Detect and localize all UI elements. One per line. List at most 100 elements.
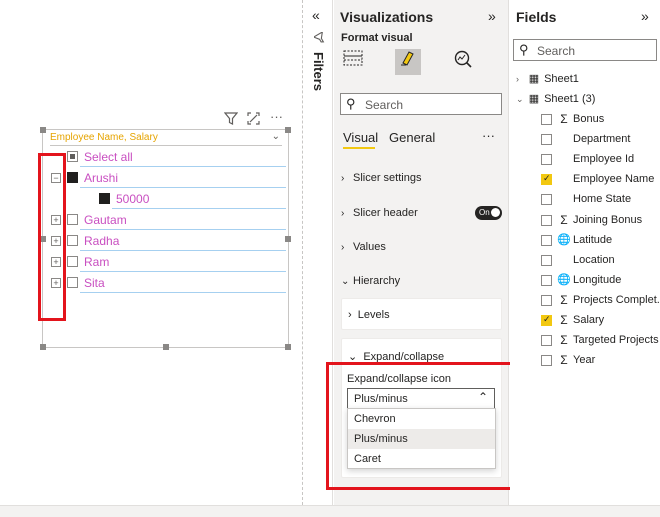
slicer-row-radha[interactable]: + Radha [50, 231, 286, 251]
checkbox[interactable] [541, 234, 552, 246]
table-sheet1[interactable]: › ▦ Sheet1 [516, 72, 579, 85]
checkbox[interactable] [541, 335, 552, 347]
chevron-down-icon[interactable]: ⌄ [272, 131, 280, 142]
search-placeholder: Search [537, 44, 576, 58]
viz-search-input[interactable]: ⚲ Search [340, 93, 502, 115]
field-label: Latitude [573, 233, 613, 246]
resize-handle[interactable] [40, 127, 46, 133]
slicer-row-label: Radha [84, 234, 120, 248]
table-icon: ▦ [528, 73, 540, 85]
chevron-right-icon: › [341, 208, 345, 219]
slicer-row-label: Select all [84, 150, 133, 164]
chevron-right-icon: › [516, 74, 519, 84]
slicer-row-sita[interactable]: + Sita [50, 273, 286, 293]
build-visual-icon[interactable] [340, 49, 366, 75]
checkbox[interactable] [99, 193, 110, 204]
chevron-double-right-icon[interactable]: » [488, 8, 496, 24]
toggle-knob [491, 208, 500, 217]
highlight-box [326, 362, 518, 490]
analytics-icon[interactable] [450, 49, 476, 75]
field-label: Employee Name [573, 173, 655, 186]
field-label: Location [573, 253, 615, 266]
checkbox[interactable] [541, 214, 552, 226]
field-label: Joining Bonus [573, 213, 643, 226]
resize-handle[interactable] [285, 127, 291, 133]
slicer-row-label: Gautam [84, 213, 127, 227]
focus-mode-icon[interactable] [247, 112, 260, 128]
checkbox[interactable] [541, 114, 552, 125]
levels-card[interactable]: › Levels [341, 298, 502, 330]
sigma-icon: Σ [560, 112, 568, 126]
resize-handle[interactable] [40, 344, 46, 350]
section-slicer-settings[interactable]: › Slicer settings [341, 172, 421, 184]
search-placeholder: Search [365, 98, 404, 112]
field-label: Home State [573, 193, 632, 206]
field-label: Employee Id [573, 153, 635, 166]
section-slicer-header[interactable]: › Slicer header [341, 207, 418, 219]
filters-label[interactable]: Filters [311, 52, 326, 91]
slicer-row-ram[interactable]: + Ram [50, 252, 286, 272]
resize-handle[interactable] [285, 344, 291, 350]
search-icon: ⚲ [519, 42, 529, 57]
section-label: Values [353, 241, 386, 253]
format-visual-label: Format visual [341, 32, 413, 44]
slicer-row-select-all[interactable]: Select all [50, 147, 286, 167]
checkbox[interactable] [67, 172, 78, 183]
table-icon: ▦ [528, 93, 540, 105]
slicer-row-arushi[interactable]: − Arushi [50, 168, 286, 188]
more-options-icon[interactable]: ··· [482, 128, 495, 143]
field-label: Longitude [573, 273, 622, 286]
checkbox[interactable] [541, 294, 552, 306]
sigma-icon: Σ [560, 313, 568, 327]
sigma-icon: Σ [560, 292, 568, 307]
slicer-row-50000[interactable]: 50000 [82, 189, 286, 209]
slicer-row-label: Arushi [84, 171, 119, 185]
chevron-double-left-icon[interactable]: « [312, 7, 320, 23]
chevron-double-right-icon[interactable]: » [641, 8, 649, 24]
slicer-row-label: Ram [84, 255, 110, 269]
chevron-down-icon: ⌄ [341, 276, 350, 287]
section-hierarchy[interactable]: ⌄ Hierarchy [341, 275, 400, 287]
checkbox[interactable] [541, 173, 552, 186]
checkbox[interactable] [541, 314, 552, 326]
fields-search-input[interactable]: ⚲ Search [513, 39, 657, 61]
checkbox[interactable] [67, 214, 78, 225]
chevron-right-icon: › [341, 242, 345, 253]
search-icon: ⚲ [346, 96, 356, 111]
section-label: Slicer header [353, 207, 418, 219]
chevron-right-icon: › [341, 173, 345, 184]
tab-visual[interactable]: Visual [343, 130, 378, 145]
field-label: Salary [573, 314, 605, 326]
slicer-header[interactable]: Employee Name, Salary ⌄ [50, 131, 282, 146]
checkbox[interactable] [67, 151, 78, 162]
checkbox[interactable] [67, 256, 78, 267]
checkbox[interactable] [541, 274, 552, 286]
chevron-down-icon: ⌄ [516, 94, 524, 104]
checkbox[interactable] [67, 235, 78, 246]
highlight-box [38, 153, 66, 321]
resize-handle[interactable] [163, 344, 169, 350]
sigma-icon: Σ [560, 333, 568, 348]
table-sheet1-3[interactable]: ⌄ ▦ Sheet1 (3) [516, 92, 595, 105]
checkbox[interactable] [541, 194, 552, 206]
sigma-icon: Σ [560, 212, 568, 227]
table-name: Sheet1 [544, 73, 579, 85]
field-label: Projects Complet... [573, 293, 660, 306]
funnel-icon [312, 30, 326, 47]
checkbox[interactable] [541, 254, 552, 266]
active-tab-indicator [343, 147, 375, 149]
checkbox[interactable] [67, 277, 78, 288]
filter-icon[interactable] [223, 112, 239, 128]
section-values[interactable]: › Values [341, 241, 386, 253]
slicer-row-label: 50000 [116, 192, 150, 206]
slicer-row-gautam[interactable]: + Gautam [50, 210, 286, 230]
format-visual-icon[interactable] [395, 49, 421, 75]
section-label: Levels [357, 309, 390, 321]
more-options-icon[interactable]: ··· [270, 109, 283, 124]
globe-icon: 🌐 [557, 233, 571, 246]
checkbox[interactable] [541, 134, 552, 146]
checkbox[interactable] [541, 355, 552, 367]
tab-general[interactable]: General [389, 130, 435, 145]
checkbox[interactable] [541, 154, 552, 166]
sigma-icon: Σ [560, 353, 568, 368]
